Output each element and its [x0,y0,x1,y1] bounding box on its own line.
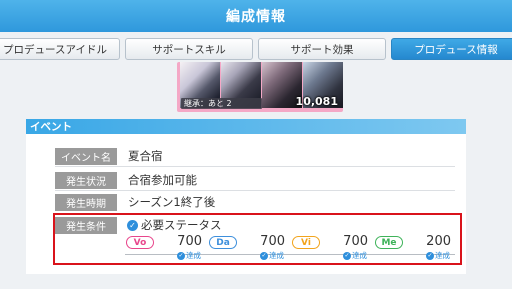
fan-count: 10,081 [295,95,338,108]
page-title: 編成情報 [226,9,286,25]
row-value: 合宿参加可能 [128,173,197,187]
stat-badge: Vi [292,236,320,249]
stat-badge: Me [375,236,403,249]
divider [55,166,455,167]
achieved-label: 達成 [186,251,201,260]
check-icon: ✓ [426,251,434,260]
header-bar: 編成情報 [0,0,512,32]
divider [55,190,455,191]
stat-achieved: ✓ 達成 [343,250,367,261]
required-status-label: 必要ステータス [141,218,222,232]
stat-achieved: ✓ 達成 [177,250,201,261]
check-icon: ✓ [177,251,185,260]
stat-da: Da 700 ✓ 達成 [209,234,289,260]
event-section-title: イベント [30,121,72,133]
check-icon: ✓ [260,251,268,260]
tab-support-skill[interactable]: サポートスキル [125,38,253,60]
event-row-status: 発生状況 合宿参加可能 [55,171,197,189]
stat-value: 200 [426,234,451,249]
inherit-badge: 継承：あと 2 [181,98,262,109]
stat-vo: Vo 700 ✓ 達成 [126,234,206,260]
inherit-label: 継承：あと 2 [184,99,232,108]
event-row-condition: 発生条件 [55,216,117,234]
stat-achieved: ✓ 達成 [426,250,450,261]
achieved-label: 達成 [269,251,284,260]
stat-badge: Vo [126,236,154,249]
stat-value: 700 [177,234,202,249]
required-status-title: ✓ 必要ステータス [127,217,222,233]
tab-produce-info[interactable]: プロデュース情報 [391,38,512,60]
achieved-label: 達成 [435,251,450,260]
event-section-header: イベント [26,119,466,134]
row-label: イベント名 [55,147,117,165]
stat-vi: Vi 700 ✓ 達成 [292,234,372,260]
event-row-name: イベント名 夏合宿 [55,147,163,165]
event-row-timing: 発生時期 シーズン1終了後 [55,193,215,211]
row-value: シーズン1終了後 [128,195,216,209]
stat-me: Me 200 ✓ 達成 [375,234,455,260]
achieved-label: 達成 [352,251,367,260]
row-label: 発生条件 [55,216,117,234]
stat-value: 700 [343,234,368,249]
check-icon: ✓ [343,251,351,260]
stat-achieved: ✓ 達成 [260,250,284,261]
stat-value: 700 [260,234,285,249]
support-card-strip[interactable]: 継承：あと 2 10,081 [177,62,343,112]
tab-bar: プロデュースアイドル サポートスキル サポート効果 プロデュース情報 [0,38,512,60]
check-icon: ✓ [127,219,138,231]
row-value: 夏合宿 [128,149,163,163]
row-label: 発生時期 [55,193,117,211]
tab-produce-idol[interactable]: プロデュースアイドル [0,38,120,60]
row-label: 発生状況 [55,171,117,189]
tab-support-effect[interactable]: サポート効果 [258,38,386,60]
stat-badge: Da [209,236,237,249]
